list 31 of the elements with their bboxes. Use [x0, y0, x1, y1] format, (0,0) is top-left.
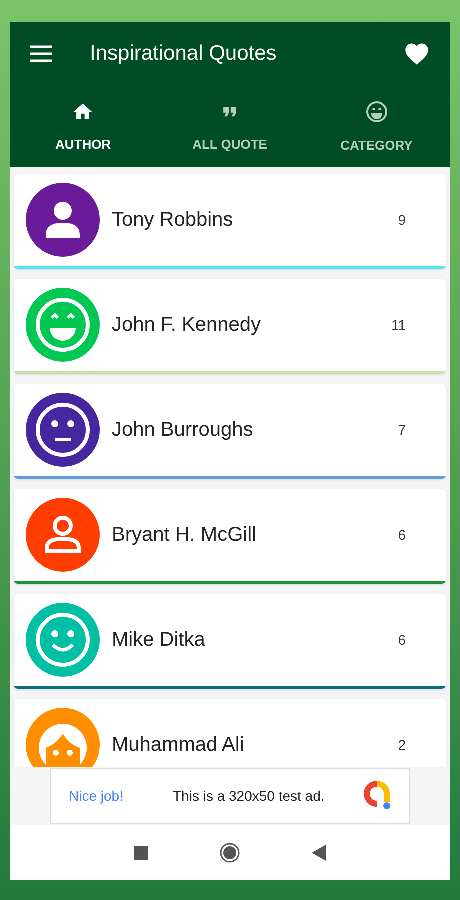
quote-count: 6 — [398, 526, 406, 544]
author-name: Tony Robbins — [112, 208, 234, 233]
app-title: Inspirational Quotes — [90, 40, 278, 67]
author-name: Muhammad Ali — [112, 733, 246, 758]
back-icon[interactable] — [312, 844, 326, 860]
author-card[interactable]: Bryant H. McGill 6 — [14, 489, 446, 584]
heart-icon[interactable] — [404, 42, 430, 66]
author-card[interactable]: John F. Kennedy 11 — [14, 279, 446, 374]
tab[interactable]: ALL QUOTE — [156, 85, 304, 167]
author-name: Bryant H. McGill — [112, 523, 258, 548]
ad-text: This is a 320x50 test ad. — [173, 786, 326, 806]
author-card[interactable]: John Burroughs 7 — [14, 384, 446, 479]
tab[interactable]: AUTHOR — [10, 85, 157, 167]
author-name: Mike Ditka — [112, 628, 206, 653]
quote-count: 11 — [391, 316, 406, 334]
author-card[interactable]: Muhammad Ali 2 — [14, 699, 446, 767]
quote-count: 2 — [398, 736, 406, 754]
smiley-icon — [364, 100, 389, 124]
quote-count: 9 — [398, 210, 406, 230]
quote-count: 7 — [398, 420, 406, 440]
author-name: John F. Kennedy — [112, 313, 262, 338]
author-name: John Burroughs — [112, 418, 254, 443]
ad-logo-icon — [363, 780, 391, 812]
tab[interactable]: CATEGORY — [303, 85, 450, 167]
author-card[interactable]: Tony Robbins 9 — [14, 174, 446, 269]
quote-count: 6 — [398, 630, 406, 650]
square-icon[interactable] — [134, 846, 148, 860]
author-card[interactable]: Mike Ditka 6 — [14, 594, 446, 689]
ad-headline: Nice job! — [69, 786, 124, 806]
home-circle-icon[interactable] — [220, 842, 240, 862]
menu-icon[interactable] — [30, 44, 52, 62]
